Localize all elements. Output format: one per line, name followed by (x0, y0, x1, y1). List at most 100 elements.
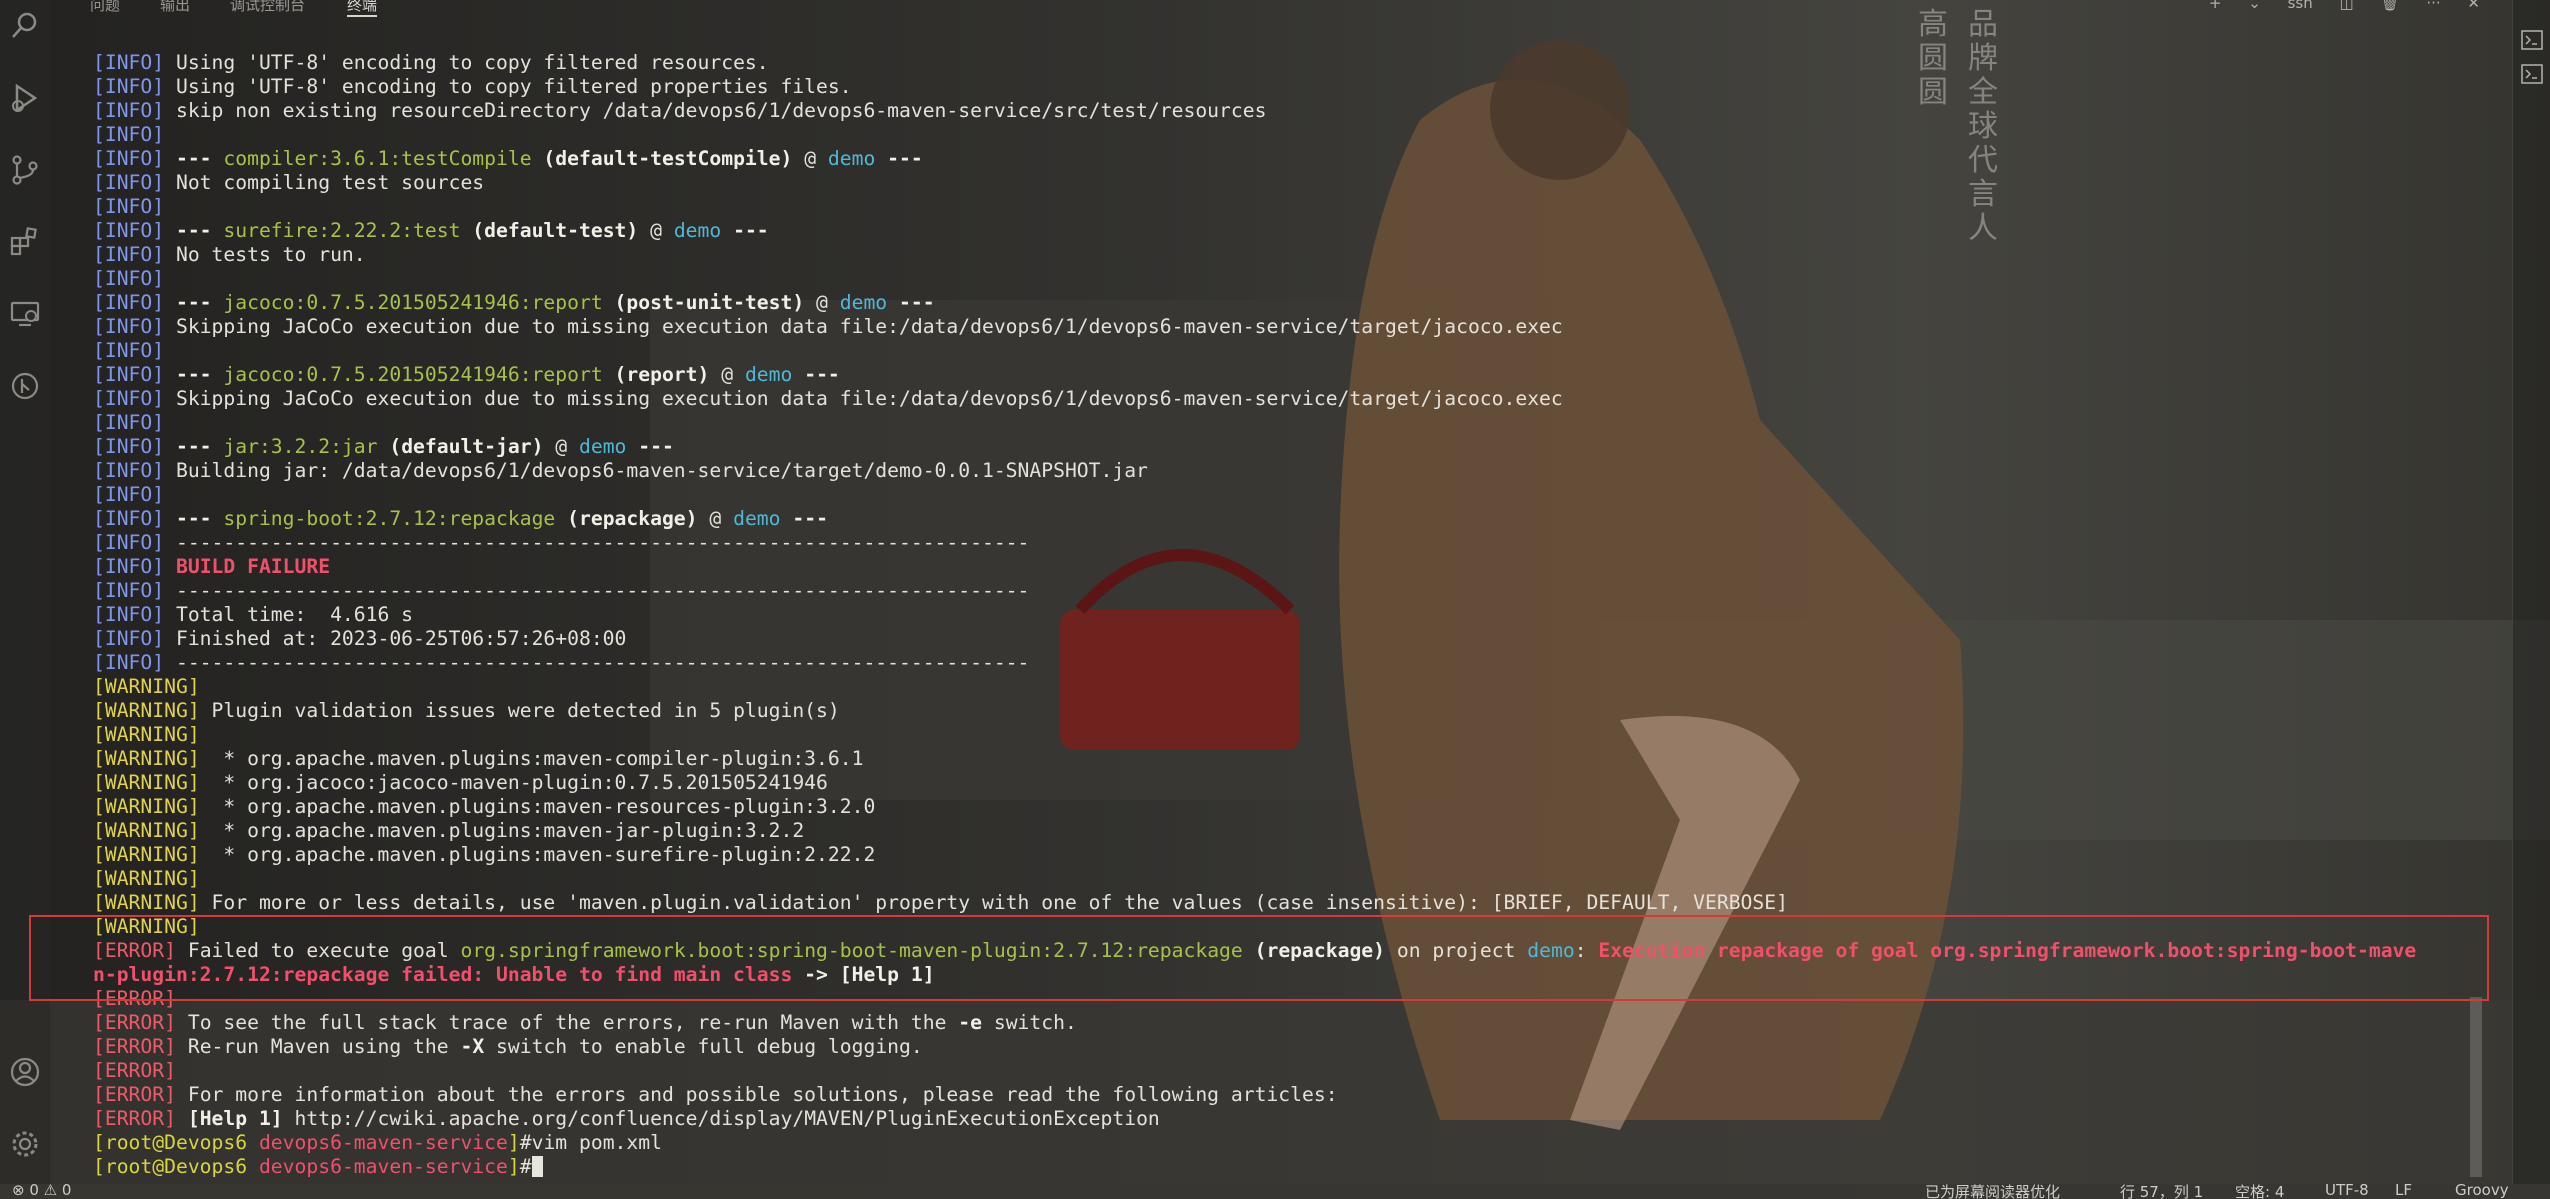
source-control-icon[interactable] (9, 154, 41, 186)
account-icon[interactable] (9, 1056, 41, 1088)
terminal-text: [INFO] (93, 267, 165, 290)
terminal-text: * org.apache.maven.plugins:maven-jar-plu… (199, 819, 805, 842)
terminal-instance-icon[interactable] (2521, 64, 2543, 84)
terminal-text: [WARNING] (93, 843, 200, 866)
terminal-text: [ERROR] (93, 1011, 176, 1034)
remote-explorer-icon[interactable] (9, 298, 41, 330)
terminal-text: [INFO] (93, 363, 165, 386)
terminal-line: [WARNING] * org.apache.maven.plugins:mav… (93, 819, 2493, 843)
terminal-line: [ERROR] (93, 1059, 2493, 1083)
terminal-instance-icon[interactable] (2521, 30, 2543, 50)
split-terminal-icon[interactable]: ◫ (2340, 0, 2354, 12)
terminal-text: * org.apache.maven.plugins:maven-compile… (199, 747, 864, 770)
terminal-line: [INFO] (93, 411, 2493, 435)
terminal-line: [WARNING] (93, 723, 2493, 747)
panel-actions: + ⌄ ssh ◫ 🗑 ··· ✕ (2187, 0, 2480, 12)
terminal-line: [INFO] (93, 195, 2493, 219)
terminal-text: --- (164, 507, 224, 530)
gitlens-icon[interactable] (9, 370, 41, 402)
terminal-list (2512, 0, 2550, 1184)
terminal-line: [INFO] (93, 267, 2493, 291)
terminal-line: [ERROR] For more information about the e… (93, 1083, 2493, 1107)
terminal-scrollbar[interactable] (2470, 997, 2482, 1177)
terminal-text: Skipping JaCoCo execution due to missing… (164, 387, 1563, 410)
terminal-text: -e (958, 1011, 982, 1034)
terminal-line: [WARNING] * org.jacoco:jacoco-maven-plug… (93, 771, 2493, 795)
terminal-text: [INFO] (93, 435, 165, 458)
end-of-line[interactable]: LF (2395, 1181, 2412, 1199)
terminal-text: Building jar: /data/devops6/1/devops6-ma… (164, 459, 1148, 482)
terminal-text: * org.apache.maven.plugins:maven-surefir… (199, 843, 876, 866)
terminal-text: --- (780, 507, 828, 530)
terminal-text: -X (460, 1035, 485, 1058)
search-icon[interactable] (9, 10, 41, 42)
screen-reader-status[interactable]: 已为屏幕阅读器优化 (1925, 1181, 2060, 1199)
terminal-text: [WARNING] (93, 675, 200, 698)
terminal-line: [WARNING] * org.apache.maven.plugins:mav… (93, 747, 2493, 771)
terminal-line: [WARNING] (93, 867, 2493, 891)
terminal-line: [INFO] Not compiling test sources (93, 171, 2493, 195)
terminal-text: [WARNING] (93, 723, 200, 746)
terminal-text: demo (733, 507, 781, 530)
terminal-text: [INFO] (93, 75, 165, 98)
terminal-text: --- (164, 219, 224, 242)
terminal-text: * org.apache.maven.plugins:maven-resourc… (199, 795, 876, 818)
terminal-text: [root@Devops6 (93, 1131, 259, 1154)
terminal-text: --- (164, 291, 224, 314)
settings-gear-icon[interactable] (9, 1128, 41, 1160)
cursor-position[interactable]: 行 57，列 1 (2120, 1181, 2203, 1199)
terminal-text: (report) (602, 363, 710, 386)
chevron-down-icon[interactable]: ⌄ (2248, 0, 2261, 12)
terminal-text: [ERROR] (93, 1059, 176, 1082)
close-icon[interactable]: ✕ (2467, 0, 2480, 12)
terminal-line: [WARNING] Plugin validation issues were … (93, 699, 2493, 723)
terminal-text: [INFO] (93, 579, 165, 602)
terminal-line: [WARNING] * org.apache.maven.plugins:mav… (93, 795, 2493, 819)
terminal-text: ----------------------------------------… (164, 531, 1030, 554)
terminal-text: (default-test) (460, 219, 639, 242)
terminal-text: (default-jar) (377, 435, 544, 458)
terminal-text: --- (164, 147, 224, 170)
language-mode[interactable]: Groovy (2455, 1181, 2509, 1199)
terminal-text: BUILD FAILURE (175, 555, 331, 578)
terminal-text: (default-testCompile) (531, 147, 793, 170)
terminal-text: devops6-maven-service (258, 1131, 508, 1154)
tab-problems[interactable]: 问题 (90, 0, 120, 15)
terminal-line: [WARNING] For more or less details, use … (93, 891, 2493, 915)
terminal-text: @ (709, 363, 745, 386)
terminal-line: [INFO] Skipping JaCoCo execution due to … (93, 315, 2493, 339)
terminal-text: [INFO] (93, 99, 165, 122)
terminal-text: [WARNING] (93, 867, 200, 890)
terminal-text: @ (804, 291, 840, 314)
terminal-text: jacoco:0.7.5.201505241946:report (223, 291, 603, 314)
terminal-text: surefire:2.22.2:test (223, 219, 461, 242)
trash-icon[interactable]: 🗑 (2381, 0, 2400, 12)
terminal-line: [INFO] ---------------------------------… (93, 651, 2493, 675)
extensions-icon[interactable] (9, 226, 41, 258)
terminal-text: [Help 1] (175, 1107, 283, 1130)
terminal-text: [INFO] (93, 507, 165, 530)
terminal-text: [INFO] (93, 123, 165, 146)
new-terminal-icon[interactable]: + (2209, 0, 2222, 12)
file-encoding[interactable]: UTF-8 (2325, 1181, 2369, 1199)
terminal-profile-ssh[interactable]: ssh (2288, 0, 2313, 12)
terminal-output[interactable]: [INFO] Using 'UTF-8' encoding to copy fi… (93, 51, 2493, 1179)
run-debug-icon[interactable] (9, 82, 41, 114)
tab-terminal[interactable]: 终端 (347, 0, 378, 17)
terminal-line: [INFO] Using 'UTF-8' encoding to copy fi… (93, 51, 2493, 75)
terminal-text: @ (638, 219, 674, 242)
terminal-text: #vim pom.xml (519, 1131, 662, 1154)
terminal-line: [ERROR] To see the full stack trace of t… (93, 1011, 2493, 1035)
terminal-text: Total time: 4.616 s (164, 603, 414, 626)
indentation[interactable]: 空格: 4 (2235, 1181, 2284, 1199)
terminal-text: Skipping JaCoCo execution due to missing… (164, 315, 1563, 338)
terminal-text: [INFO] (93, 627, 165, 650)
terminal-line: [ERROR] [Help 1] http://cwiki.apache.org… (93, 1107, 2493, 1131)
more-actions-icon[interactable]: ··· (2426, 0, 2440, 12)
tab-output[interactable]: 输出 (160, 0, 190, 15)
problems-count[interactable]: ⊗ 0 ⚠ 0 (12, 1181, 71, 1199)
tab-debug-console[interactable]: 调试控制台 (230, 0, 305, 15)
terminal-text: To see the full stack trace of the error… (175, 1011, 959, 1034)
terminal-text: @ (697, 507, 734, 530)
